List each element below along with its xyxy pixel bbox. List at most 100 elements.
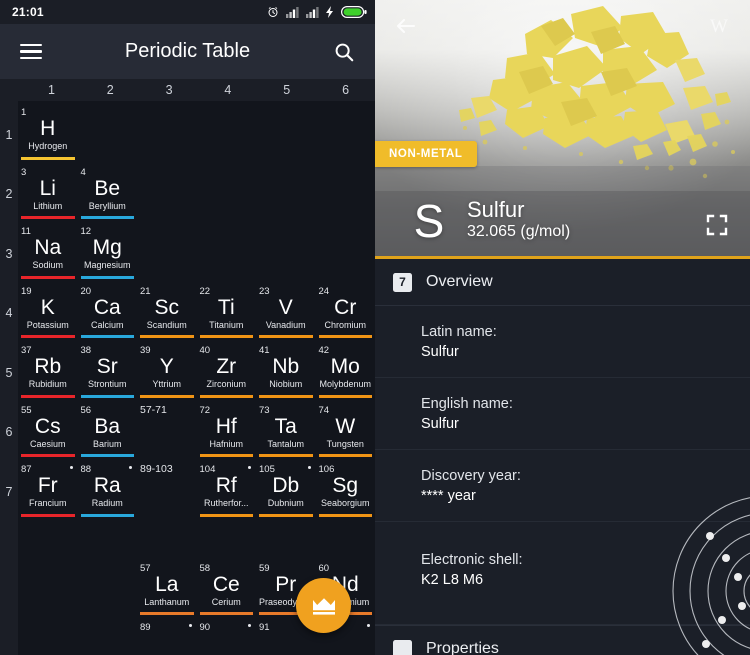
element-cell[interactable]: 72 Hf Hafnium — [197, 403, 257, 463]
element-name: Strontium — [87, 379, 127, 389]
element-name: Zirconium — [206, 379, 246, 389]
wikipedia-button[interactable]: W — [702, 9, 736, 43]
element-cell[interactable]: 106 Sg Seaborgium — [316, 462, 376, 522]
signal-icon — [286, 6, 299, 18]
element-cell[interactable]: 90 — [197, 620, 257, 655]
row-label: 3 — [5, 246, 13, 261]
element-symbol: Nb — [272, 355, 300, 378]
element-name: Beryllium — [88, 200, 126, 211]
element-cell[interactable]: 73 Ta Tantalum — [256, 403, 316, 463]
row-label: 7 — [5, 484, 13, 499]
element-cell[interactable]: 19 K Potassium — [18, 284, 78, 344]
element-cell[interactable]: 1 H Hydrogen — [18, 105, 78, 165]
search-button[interactable] — [327, 35, 361, 69]
element-name: Scandium — [146, 319, 187, 330]
atomic-number: 89 — [140, 622, 151, 633]
property-value: Sulfur — [421, 416, 459, 432]
element-cell[interactable]: 23 V Vanadium — [256, 284, 316, 344]
element-cell[interactable]: 56 Ba Barium — [78, 403, 138, 463]
element-cell[interactable]: 55 Cs Caesium — [18, 403, 78, 463]
element-name: Barium — [92, 438, 122, 449]
element-cell[interactable]: 105 Db Dubnium — [256, 462, 316, 522]
property-label: Discovery year: — [421, 468, 521, 484]
app-bar: Periodic Table — [0, 24, 375, 79]
property-list: Latin name: Sulfur English name: Sulfur Disc… — [375, 306, 750, 655]
element-cell[interactable]: 89 — [137, 620, 197, 655]
element-cell[interactable]: 12 Mg Magnesium — [78, 224, 138, 284]
element-symbol: H — [40, 117, 56, 140]
element-cell[interactable]: 58 Ce Cerium — [197, 561, 257, 621]
element-cell[interactable]: 42 Mo Molybdenum — [316, 343, 376, 403]
periodic-row: 87 Fr Francium 88 Ra Radium 89-103 104 Rf Rutherf… — [18, 462, 375, 522]
category-color-bar — [21, 335, 75, 338]
element-cell[interactable]: 57-71 — [137, 403, 197, 463]
radioactive-dot-icon — [69, 466, 73, 469]
category-color-bar — [199, 454, 253, 457]
element-symbol: W — [335, 414, 356, 438]
element-cell[interactable]: 87 Fr Francium — [18, 462, 78, 522]
back-arrow-icon — [397, 19, 415, 33]
element-cell[interactable]: 104 Rf Rutherfor... — [197, 462, 257, 522]
category-color-bar — [140, 612, 194, 615]
fullscreen-button[interactable] — [700, 211, 734, 245]
category-color-bar — [199, 394, 253, 398]
category-color-bar — [318, 394, 372, 398]
element-name: Dubnium — [267, 498, 304, 508]
category-color-bar — [21, 513, 75, 517]
element-cell[interactable]: 88 Ra Radium — [78, 462, 138, 522]
element-symbol: Li — [39, 176, 56, 200]
row-label: 2 — [5, 187, 13, 202]
wikipedia-w-icon: W — [710, 16, 728, 37]
element-mass: 32.065 (g/mol) — [467, 223, 571, 240]
section-title: Properties — [426, 640, 499, 655]
element-name: Rubidium — [28, 379, 67, 389]
category-color-bar — [199, 612, 253, 615]
category-color-bar — [80, 513, 134, 517]
alarm-icon — [267, 6, 279, 18]
element-cell[interactable]: 89-103 — [137, 462, 197, 522]
element-cell[interactable]: 40 Zr Zirconium — [197, 343, 257, 403]
element-cell[interactable]: 37 Rb Rubidium — [18, 343, 78, 403]
element-name: Tantalum — [267, 438, 305, 449]
element-name: Hafnium — [209, 438, 243, 449]
category-color-bar — [21, 394, 75, 398]
element-cell[interactable]: 3 Li Lithium — [18, 165, 78, 225]
element-cell[interactable]: 22 Ti Titanium — [197, 284, 257, 344]
element-cell[interactable]: 21 Sc Scandium — [137, 284, 197, 344]
element-name: Sodium — [32, 260, 63, 270]
element-symbol: La — [155, 572, 179, 596]
category-color-bar — [80, 275, 134, 279]
column-header: 5 — [283, 83, 291, 97]
atomic-number: 90 — [199, 622, 211, 633]
grid-spacer — [18, 522, 375, 561]
element-symbol: Sc — [154, 295, 179, 319]
element-symbol: Ba — [94, 414, 121, 438]
element-cell[interactable]: 38 Sr Strontium — [78, 343, 138, 403]
element-name: Titanium — [209, 319, 244, 330]
svg-text:W: W — [710, 16, 728, 37]
element-cell[interactable]: 39 Y Yttrium — [137, 343, 197, 403]
element-cell[interactable]: 57 La Lanthanum — [137, 561, 197, 621]
row-label: 5 — [5, 365, 13, 380]
radioactive-dot-icon — [367, 624, 370, 627]
periodic-row: 1 H Hydrogen — [18, 105, 375, 165]
column-header: 1 — [47, 83, 55, 97]
element-symbol: Sg — [332, 474, 359, 497]
menu-button[interactable] — [14, 35, 48, 69]
back-button[interactable] — [389, 9, 423, 43]
periodic-table-grid[interactable]: 1 2 3 4 5 6 1 2 3 4 5 6 7 1 H Hydrogen 3 Li Lithium 4 Be Be… — [0, 79, 375, 655]
element-cell[interactable]: 20 Ca Calcium — [78, 284, 138, 344]
section-header-overview[interactable]: 7 Overview — [375, 259, 750, 306]
element-name: Tungsten — [326, 438, 364, 449]
category-color-bar — [318, 335, 372, 338]
element-cell[interactable]: 74 W Tungsten — [316, 403, 376, 463]
element-cell[interactable]: 41 Nb Niobium — [256, 343, 316, 403]
premium-fab-button[interactable] — [296, 578, 351, 633]
element-cell[interactable]: 4 Be Beryllium — [78, 165, 138, 225]
category-color-bar — [21, 216, 75, 219]
element-cell[interactable]: 11 Na Sodium — [18, 224, 78, 284]
element-cell[interactable]: 24 Cr Chromium — [316, 284, 376, 344]
element-cells[interactable]: 1 H Hydrogen 3 Li Lithium 4 Be Beryllium 11 Na Sodi… — [18, 101, 375, 655]
section-title: Overview — [426, 273, 493, 290]
category-color-bar — [199, 335, 253, 338]
